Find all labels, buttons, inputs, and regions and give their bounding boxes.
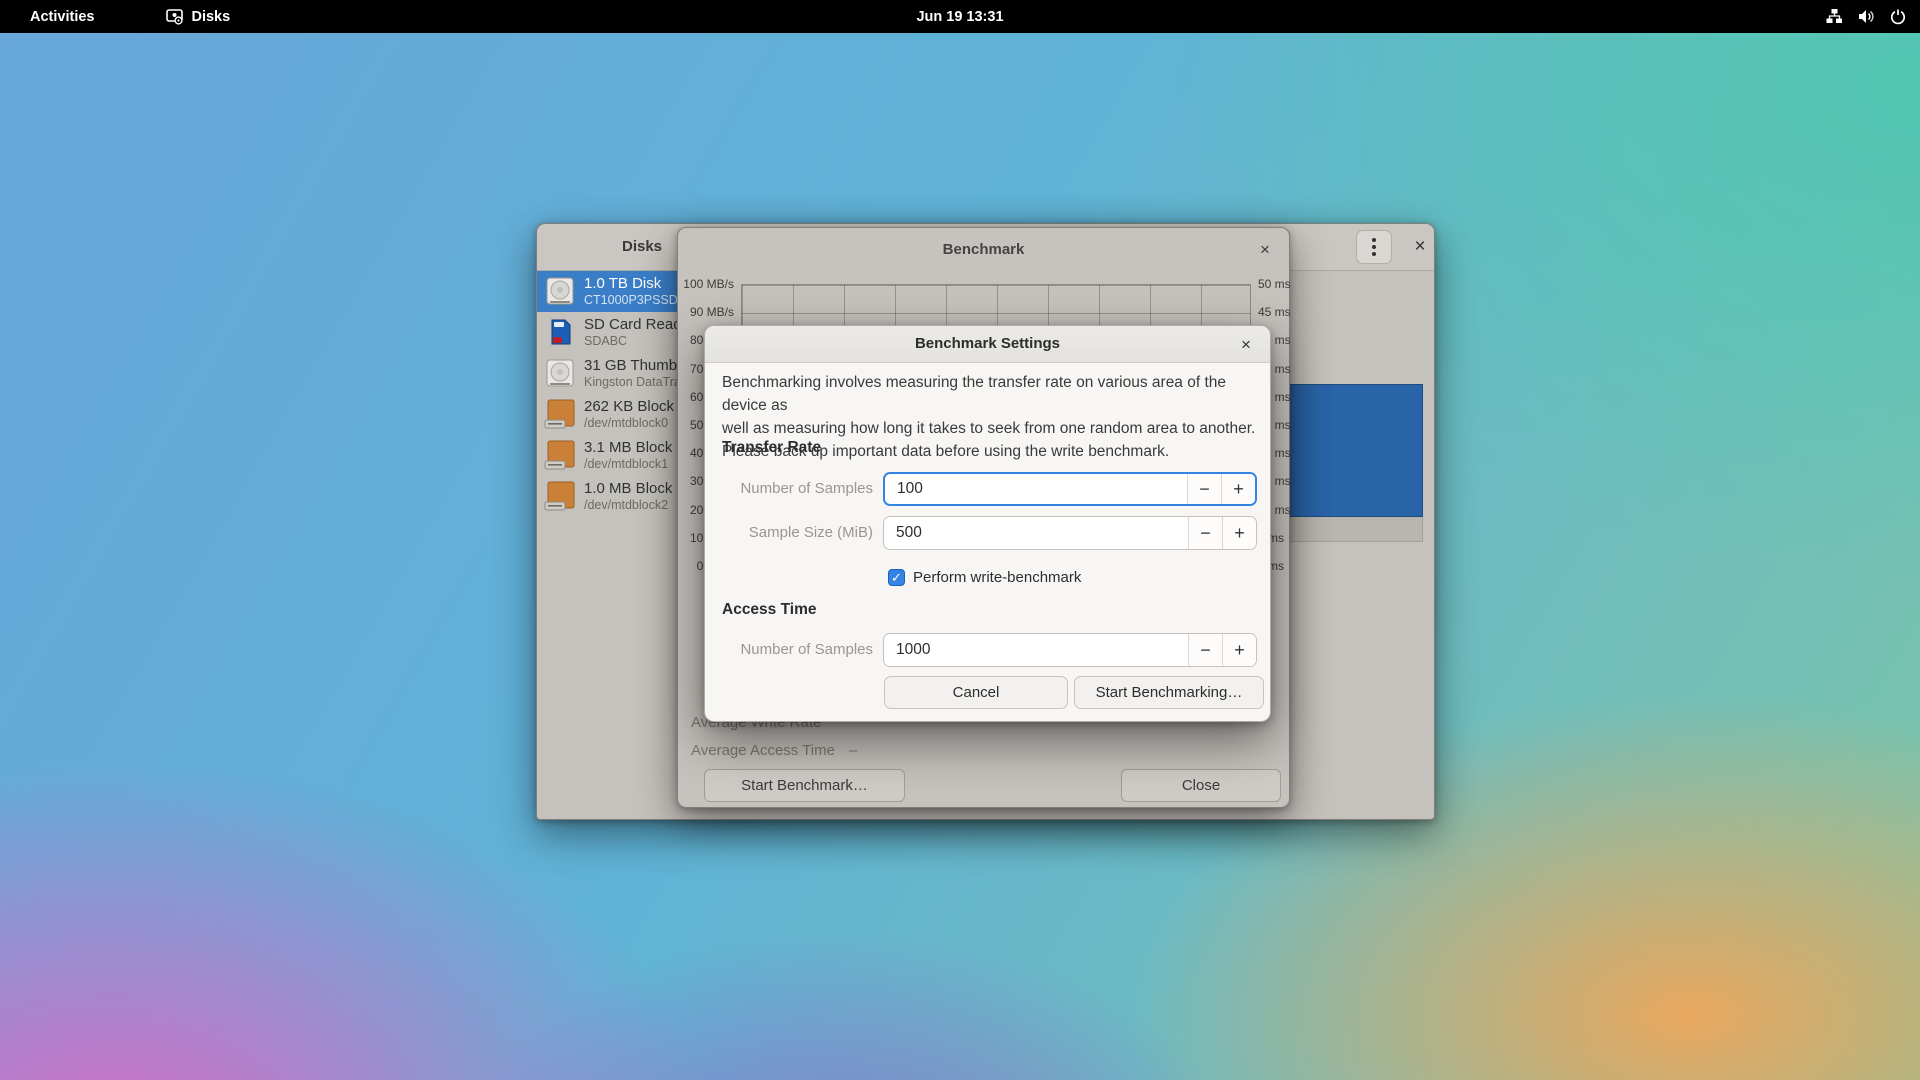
close-icon: × [1241,335,1251,355]
block-device-icon [544,439,576,471]
hard-disk-icon [544,357,576,389]
network-icon[interactable] [1826,9,1843,24]
spin-decrement-button[interactable]: − [1188,517,1222,549]
description-line: Benchmarking involves measuring the tran… [722,371,1257,417]
transfer-num-samples-label: Number of Samples [722,472,873,506]
menu-dots-icon [1372,238,1376,256]
axis-tick-label: 100 MB/s [683,277,734,291]
cancel-button[interactable]: Cancel [884,676,1068,709]
disk-subtitle: SDABC [584,334,627,348]
access-num-samples-spinbutton: − + [883,633,1257,667]
window-menu-button[interactable] [1356,230,1392,264]
transfer-num-samples-spinbutton: − + [883,472,1257,506]
settings-dialog-title: Benchmark Settings [705,335,1270,352]
close-icon: × [1414,236,1425,258]
start-benchmarking-button[interactable]: Start Benchmarking… [1074,676,1264,709]
hard-disk-icon [544,275,576,307]
sd-card-icon [544,316,576,348]
sample-size-input[interactable] [884,517,1188,549]
sample-size-label: Sample Size (MiB) [722,516,873,550]
disk-subtitle: /dev/mtdblock0 [584,416,668,430]
spin-decrement-button[interactable]: − [1188,634,1222,666]
benchmark-close-button[interactable]: Close [1121,769,1281,802]
disks-window-close-button[interactable]: × [1405,230,1435,264]
transfer-num-samples-input[interactable] [885,474,1187,504]
app-menu-button[interactable]: Disks [166,8,230,25]
axis-tick-label: 50 ms [1258,277,1291,291]
write-benchmark-label[interactable]: Perform write-benchmark [913,569,1081,586]
spin-decrement-button[interactable]: − [1187,474,1221,504]
benchmark-dialog-title: Benchmark [678,241,1289,258]
settings-dialog-close-button[interactable]: × [1232,331,1260,359]
start-benchmark-button[interactable]: Start Benchmark… [704,769,905,802]
spin-increment-button[interactable]: + [1221,474,1255,504]
axis-tick-label: 45 ms [1258,305,1291,319]
description-line: well as measuring how long it takes to s… [722,417,1257,440]
system-status-area[interactable] [1826,0,1906,33]
axis-tick-label: 90 MB/s [690,305,734,319]
disk-subtitle: /dev/mtdblock2 [584,498,668,512]
average-access-time-row: Average Access Time– [691,742,857,759]
checkmark-icon: ✓ [891,570,902,586]
power-icon[interactable] [1890,9,1906,25]
benchmark-settings-dialog: Benchmark Settings × Benchmarking involv… [704,325,1271,722]
transfer-rate-heading: Transfer Rate [722,439,821,457]
access-num-samples-label: Number of Samples [722,633,873,667]
clock[interactable]: Jun 19 13:31 [916,0,1003,33]
spin-increment-button[interactable]: + [1222,634,1256,666]
disk-title: 1.0 TB Disk [584,275,661,292]
access-num-samples-input[interactable] [884,634,1188,666]
sample-size-spinbutton: − + [883,516,1257,550]
block-device-icon [544,480,576,512]
disks-app-icon [166,8,183,25]
disk-subtitle: /dev/mtdblock1 [584,457,668,471]
app-menu-label: Disks [191,9,230,25]
disk-subtitle: CT1000P3PSSD8 [584,293,685,307]
volume-icon[interactable] [1858,9,1875,24]
access-time-heading: Access Time [722,601,817,619]
activities-button[interactable]: Activities [24,9,100,25]
write-benchmark-checkbox-row[interactable]: ✓ Perform write-benchmark [888,569,1081,586]
block-device-icon [544,398,576,430]
average-access-time-label: Average Access Time [691,742,835,759]
gnome-top-bar: Activities Disks Jun 19 13:31 [0,0,1920,33]
average-access-time-value: – [849,742,857,759]
write-benchmark-checkbox[interactable]: ✓ [888,569,905,586]
spin-increment-button[interactable]: + [1222,517,1256,549]
